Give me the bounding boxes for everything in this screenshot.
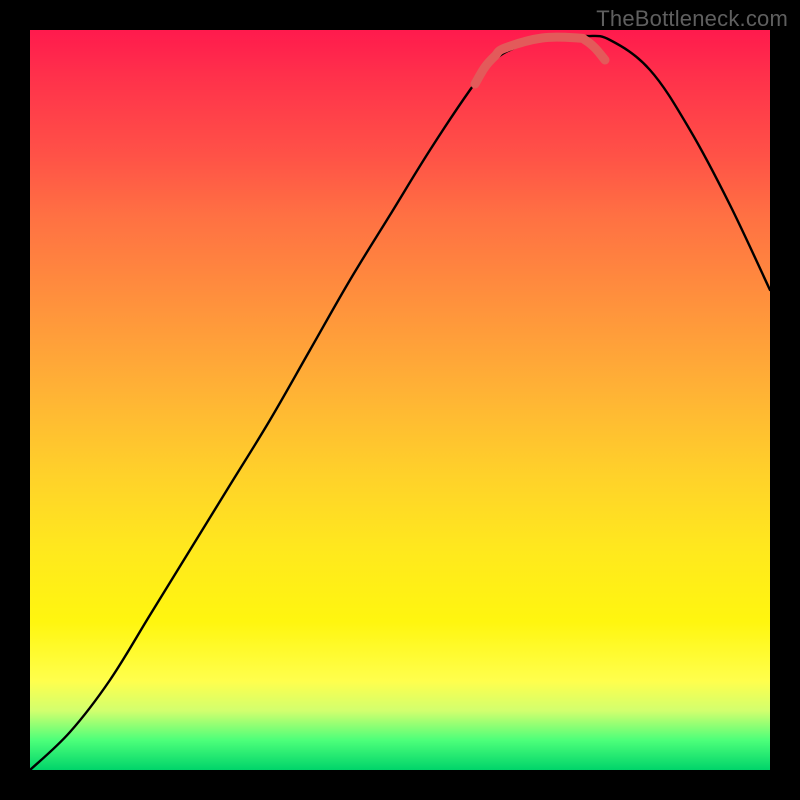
optimal-band: [475, 37, 605, 84]
plot-area: [30, 30, 770, 770]
watermark-text: TheBottleneck.com: [596, 6, 788, 32]
chart-svg: [30, 30, 770, 770]
bottleneck-curve: [30, 35, 770, 770]
chart-frame: TheBottleneck.com: [0, 0, 800, 800]
